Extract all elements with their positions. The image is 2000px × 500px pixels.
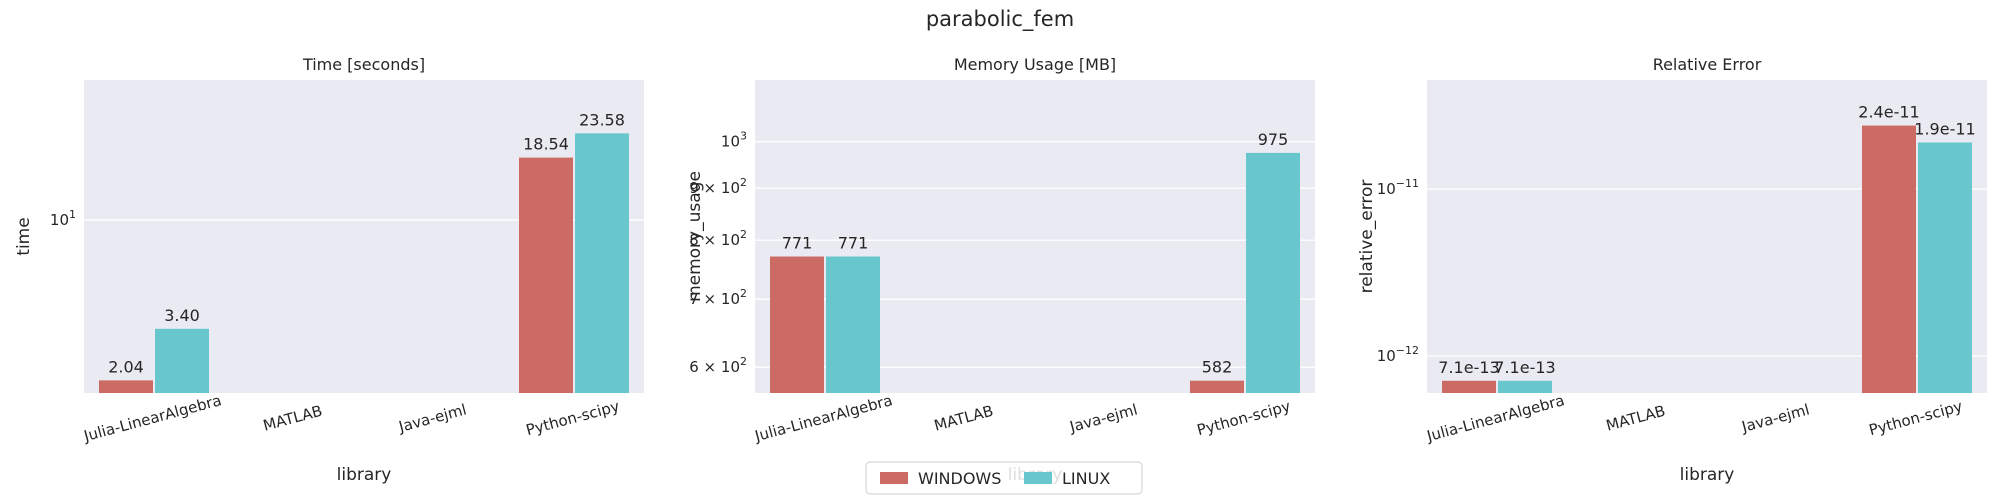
legend-entry: LINUX [1062,469,1110,488]
chart-panel-2: 6 × 1027 × 1028 × 1029 × 102103771582771… [685,55,1315,485]
bar-windows [770,256,824,393]
x-tick-label: Julia-LinearAlgebra [752,391,894,445]
bar-linux [826,256,880,393]
bar-value-label: 3.40 [164,306,200,325]
chart-title: Time [seconds] [302,55,425,74]
chart-title: Relative Error [1653,55,1762,74]
bar-windows [519,157,573,393]
bar-linux [575,133,629,393]
x-tick-label: MATLAB [261,402,324,435]
bar-value-label: 23.58 [579,110,625,129]
x-tick-label: Python-scipy [524,397,622,439]
bar-linux [1918,142,1972,393]
bar-value-label: 1.9e-11 [1914,120,1975,139]
x-axis-label: library [337,465,392,485]
x-tick-label: Julia-LinearAlgebra [1424,391,1566,445]
y-axis-label: time [14,217,34,255]
bar-linux [1246,152,1300,393]
x-tick-label: Python-scipy [1867,397,1965,439]
bar-windows [99,380,153,393]
bar-value-label: 18.54 [523,135,569,154]
chart-panel-3: 10−12 10−11 7.1e-13 2.4e-11 7.1e-13 1.9e-11 Ju… [1357,55,1987,485]
y-axis-label: memory_usage [685,171,705,302]
bar-value-label: 771 [838,234,869,253]
y-tick-label: 103 [721,130,747,151]
x-tick-label: Java-ejml [1067,401,1140,437]
x-tick-label: Java-ejml [396,401,469,437]
figure-title: parabolic_fem [926,7,1074,32]
y-tick-label: 10−12 [1377,344,1419,365]
bar-value-label: 2.4e-11 [1858,103,1919,122]
x-tick-label: Java-ejml [1739,401,1812,437]
legend-entry: WINDOWS [918,469,1001,488]
bar-linux [1498,380,1552,393]
bar-value-label: 7.1e-13 [1438,358,1499,377]
bar-value-label: 7.1e-13 [1494,358,1555,377]
x-tick-label: Julia-LinearAlgebra [81,391,223,445]
y-tick-label: 10−11 [1377,177,1419,198]
x-tick-label: MATLAB [932,402,995,435]
bar-windows [1442,380,1496,393]
bar-value-label: 2.04 [108,357,144,376]
y-axis-label: relative_error [1357,180,1377,294]
legend-swatch-windows [880,472,908,484]
charts-container: 101 2.04 18.54 3.40 23.58 Julia-LinearAlgebra… [14,55,1987,485]
x-tick-label: Python-scipy [1195,397,1293,439]
bar-value-label: 771 [782,234,813,253]
legend: WINDOWS LINUX [865,461,1143,495]
chart-panel-1: 101 2.04 18.54 3.40 23.58 Julia-LinearAlgebra… [14,55,644,485]
bar-windows [1862,125,1916,393]
bar-windows [1190,380,1244,393]
x-axis-label: library [1680,465,1735,485]
bar-value-label: 975 [1258,130,1289,149]
bar-linux [155,328,209,393]
y-tick-label: 101 [50,208,76,229]
y-tick-label: 6 × 102 [689,355,747,376]
x-tick-label: MATLAB [1604,402,1667,435]
figure: parabolic_fem 101 2.04 18.54 3.40 23.58 Julia… [14,7,1987,495]
chart-title: Memory Usage [MB] [954,55,1116,74]
bar-value-label: 582 [1202,358,1233,377]
legend-swatch-linux [1024,472,1052,484]
